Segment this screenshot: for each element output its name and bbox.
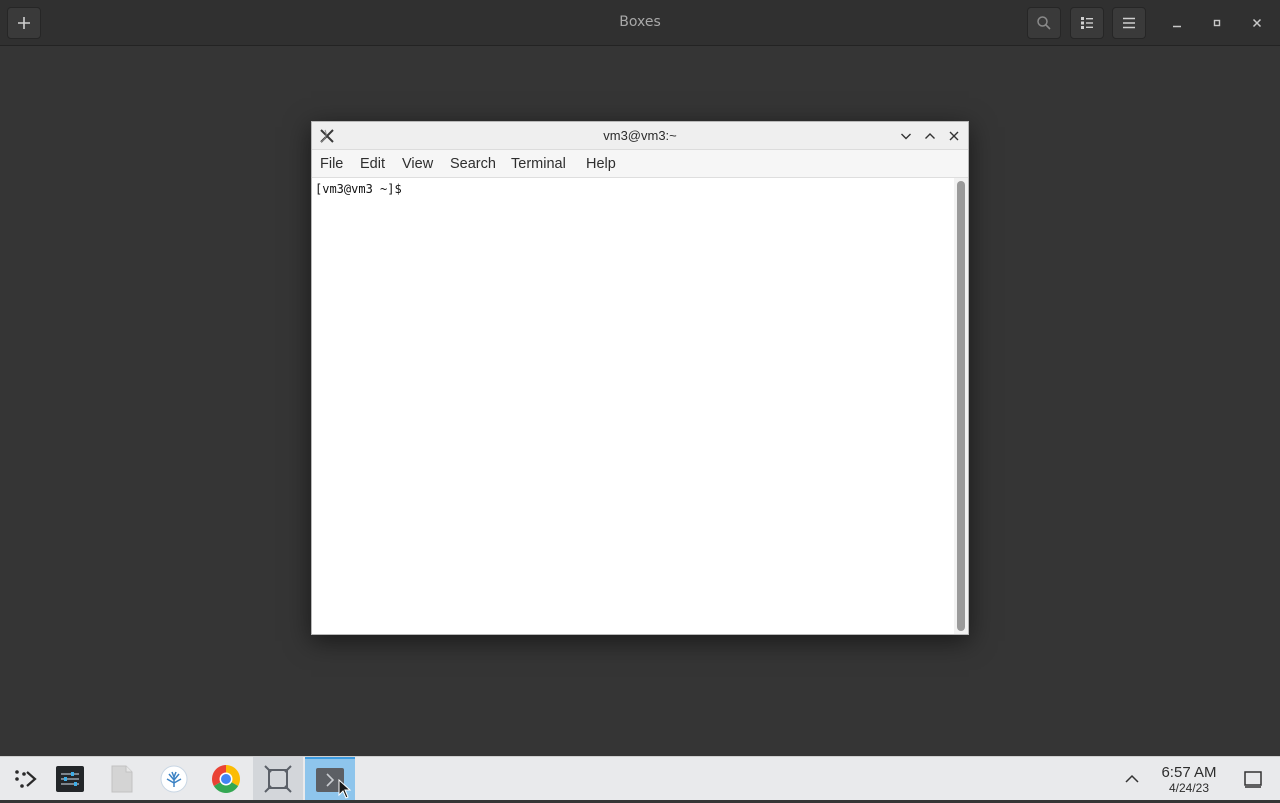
application-launcher-icon	[15, 769, 37, 788]
close-icon	[1252, 18, 1262, 28]
hamburger-menu-icon	[1123, 17, 1135, 29]
view-mode-button[interactable]	[1070, 7, 1104, 39]
application-launcher-button[interactable]	[0, 757, 50, 800]
mouse-cursor	[338, 778, 352, 803]
minimize-button[interactable]	[1161, 7, 1193, 39]
maximize-icon	[1213, 19, 1221, 27]
show-desktop-icon	[1244, 771, 1262, 788]
clock-time: 6:57 AM	[1161, 764, 1217, 781]
terminal-title: vm3@vm3:~	[603, 128, 677, 143]
maximize-button[interactable]	[1201, 7, 1233, 39]
show-desktop-button[interactable]	[1243, 769, 1265, 789]
boxes-icon	[264, 764, 292, 793]
menu-terminal[interactable]: Terminal	[511, 150, 566, 178]
search-button[interactable]	[1027, 7, 1061, 39]
chrome-icon	[212, 764, 240, 793]
clock-date: 4/24/23	[1168, 781, 1210, 795]
taskbar-chrome[interactable]	[201, 757, 251, 800]
terminal-menubar: File Edit View Search Terminal Help	[312, 150, 968, 178]
shell-prompt: [vm3@vm3 ~]$	[315, 182, 402, 196]
close-icon	[949, 131, 959, 141]
close-button[interactable]	[1241, 7, 1273, 39]
search-icon	[1037, 16, 1051, 30]
system-settings-icon	[56, 765, 84, 792]
system-tray-expander[interactable]	[1122, 769, 1142, 789]
terminal-scrollbar[interactable]	[954, 178, 968, 634]
clock[interactable]: 6:57 AM 4/24/23	[1152, 764, 1226, 796]
main-menu-button[interactable]	[1112, 7, 1146, 39]
chevron-up-icon	[1125, 774, 1139, 783]
terminal-minimize-button[interactable]	[897, 127, 915, 145]
terminal-maximize-button[interactable]	[921, 127, 939, 145]
menu-edit[interactable]: Edit	[360, 150, 385, 178]
boxes-header-bar: Boxes	[0, 0, 1280, 46]
discover-icon	[160, 765, 188, 792]
terminal-close-button[interactable]	[945, 127, 963, 145]
menu-help[interactable]: Help	[586, 150, 616, 178]
taskbar-discover[interactable]	[149, 757, 199, 800]
scrollbar-thumb[interactable]	[957, 181, 965, 631]
terminal-window[interactable]: vm3@vm3:~ File Edit View Search Terminal…	[311, 121, 969, 635]
taskbar-boxes[interactable]	[253, 757, 303, 800]
taskbar-files[interactable]	[97, 757, 147, 800]
menu-search[interactable]: Search	[450, 150, 496, 178]
minimize-icon	[1173, 25, 1181, 28]
taskbar: 6:57 AM 4/24/23	[0, 756, 1280, 800]
terminal-output-area[interactable]: [vm3@vm3 ~]$	[312, 178, 954, 634]
menu-view[interactable]: View	[402, 150, 433, 178]
menu-file[interactable]: File	[320, 150, 343, 178]
chevron-up-icon	[925, 133, 935, 139]
chevron-down-icon	[901, 133, 911, 140]
list-view-icon	[1081, 17, 1093, 29]
files-icon	[111, 765, 133, 792]
terminal-titlebar[interactable]: vm3@vm3:~	[312, 122, 968, 150]
taskbar-system-settings[interactable]	[45, 757, 95, 800]
